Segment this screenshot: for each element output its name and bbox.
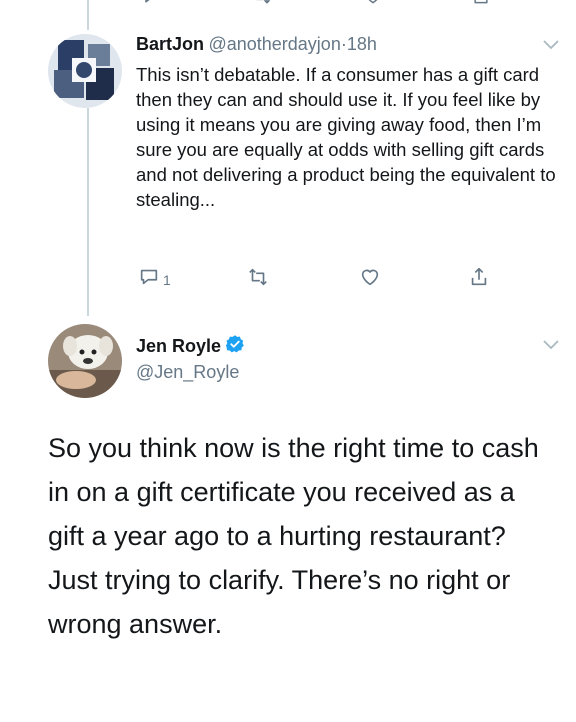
display-name[interactable]: Jen Royle — [136, 336, 221, 357]
display-name[interactable]: BartJon — [136, 34, 204, 54]
avatar[interactable] — [48, 34, 122, 108]
retweet-icon[interactable] — [250, 0, 274, 11]
thread-line-top — [87, 0, 89, 30]
previous-tweet-actions — [136, 0, 496, 6]
chevron-down-icon[interactable] — [542, 38, 560, 56]
share-button[interactable] — [468, 266, 490, 293]
reply-header: BartJon @anotherdayjon·18h — [136, 34, 377, 55]
like-icon[interactable] — [362, 0, 384, 11]
tweet-text: So you think now is the right time to ca… — [48, 433, 539, 639]
verified-badge-icon — [225, 334, 245, 359]
thread-line-bottom — [87, 108, 89, 316]
timestamp[interactable]: 18h — [347, 34, 377, 54]
like-icon — [358, 266, 382, 293]
like-button[interactable] — [358, 266, 382, 293]
reply-count: 1 — [163, 271, 171, 288]
reply-icon — [138, 266, 160, 293]
share-icon — [468, 266, 490, 293]
reply-icon[interactable] — [140, 0, 162, 11]
share-icon[interactable] — [470, 0, 492, 11]
retweet-button[interactable] — [246, 266, 270, 293]
main-name-row: Jen Royle — [136, 334, 245, 359]
chevron-down-icon[interactable] — [542, 338, 560, 356]
user-handle[interactable]: @Jen_Royle — [136, 362, 239, 383]
user-handle[interactable]: @anotherdayjon — [208, 34, 340, 54]
reply-button[interactable]: 1 — [138, 266, 171, 293]
reply-actions: 1 — [136, 266, 496, 290]
reply-text: This isn’t debatable. If a consumer has … — [136, 64, 556, 210]
retweet-icon — [246, 266, 270, 293]
avatar[interactable] — [48, 324, 122, 398]
